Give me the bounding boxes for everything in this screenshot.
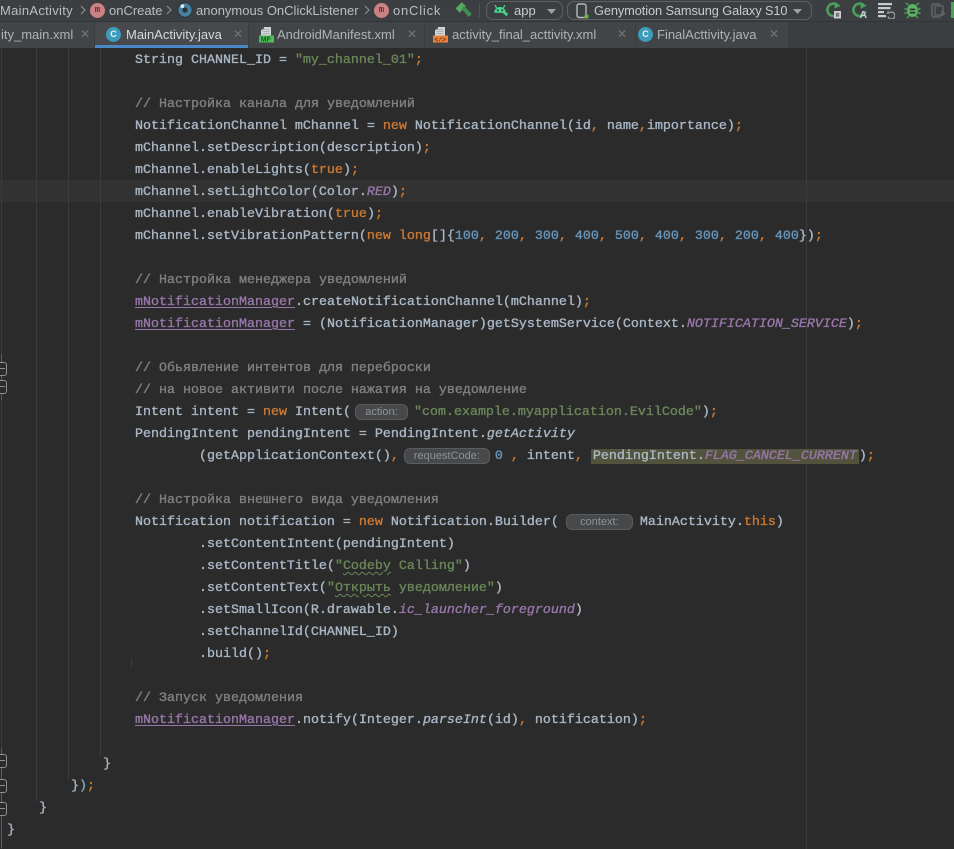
svg-text:MF: MF xyxy=(261,36,272,43)
svg-text:A: A xyxy=(860,9,868,19)
svg-text:</>: </> xyxy=(434,37,446,43)
